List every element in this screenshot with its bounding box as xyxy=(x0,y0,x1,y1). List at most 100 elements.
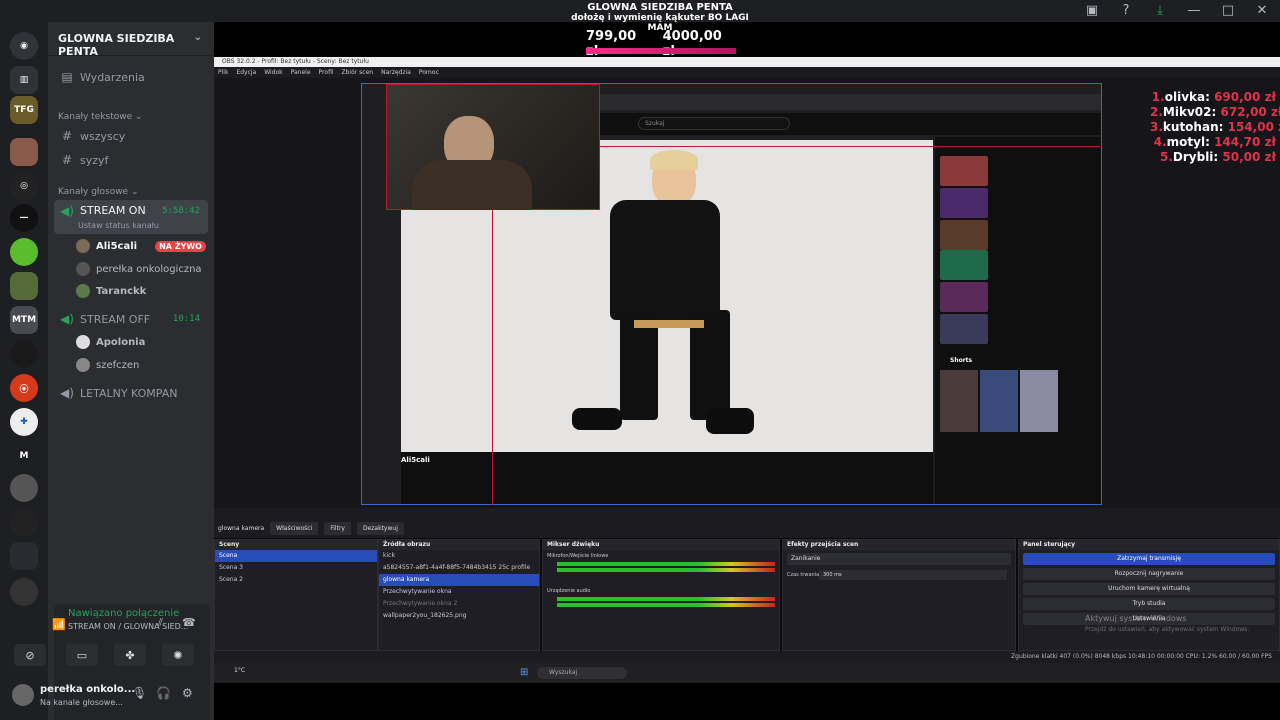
download-icon[interactable]: ⤓ xyxy=(1152,3,1168,19)
menu-item[interactable]: Plik xyxy=(218,67,228,78)
weather-widget[interactable]: 1°C xyxy=(234,667,245,674)
server-icon[interactable] xyxy=(10,272,38,300)
goal-target: 4000,00 zł xyxy=(662,29,722,59)
scene-item[interactable]: Scena xyxy=(215,550,377,562)
menu-item[interactable]: Edycja xyxy=(236,67,256,78)
source-item[interactable]: wallpaper2you_182625.png xyxy=(379,610,539,622)
menu-item[interactable]: Zbiór scen xyxy=(342,67,374,78)
signal-icon[interactable]: 📶 xyxy=(52,618,66,631)
server-icon-penta[interactable] xyxy=(10,138,38,166)
server-icon[interactable] xyxy=(10,578,38,606)
video-thumbnail[interactable] xyxy=(940,314,988,344)
menu-item[interactable]: Widok xyxy=(264,67,282,78)
youtube-channel-name[interactable]: Ali5cali xyxy=(401,456,430,464)
taskbar-search[interactable]: Wyszukaj xyxy=(537,667,627,679)
server-icon-mtm[interactable]: MTM xyxy=(10,306,38,334)
menu-item[interactable]: Profil xyxy=(319,67,334,78)
noise-suppression-icon[interactable]: ⫽ xyxy=(158,616,163,630)
close-icon[interactable]: ✕ xyxy=(1254,3,1270,19)
short-thumbnail[interactable] xyxy=(980,370,1018,432)
channel-status[interactable]: Ustaw status kanału xyxy=(78,221,159,230)
voice-user[interactable]: perełka onkologiczna xyxy=(76,259,202,279)
voice-user[interactable]: Apolonia xyxy=(76,332,145,352)
server-folder-icon[interactable] xyxy=(10,542,38,570)
server-icon[interactable]: ▥ xyxy=(10,66,38,94)
voice-user[interactable]: szefczen xyxy=(76,355,139,375)
server-icon[interactable]: ◎ xyxy=(10,172,38,200)
server-icon[interactable]: — xyxy=(10,204,38,232)
category-text[interactable]: Kanały tekstowe ⌄ xyxy=(58,112,143,122)
voice-user[interactable]: Ali5cali NA ŻYWO xyxy=(76,236,206,256)
scene-item[interactable]: Scena 2 xyxy=(215,574,377,586)
events-item[interactable]: ▤ Wydarzenia xyxy=(54,66,208,88)
source-item[interactable]: Przechwytywanie okna xyxy=(379,586,539,598)
video-thumbnail[interactable] xyxy=(940,188,988,218)
properties-button[interactable]: Właściwości xyxy=(270,521,319,535)
server-rail: ◉ ▥ TFG ◎ — MTM ⦿ ✚ M xyxy=(0,22,48,720)
avatar[interactable] xyxy=(12,684,34,706)
menu-item[interactable]: Panele xyxy=(291,67,311,78)
category-voice[interactable]: Kanały głosowe ⌄ xyxy=(58,187,139,197)
filters-button[interactable]: Filtry xyxy=(324,521,351,535)
headphones-icon[interactable]: 🎧 xyxy=(156,686,171,700)
short-thumbnail[interactable] xyxy=(1020,370,1058,432)
server-icon[interactable]: ⦿ xyxy=(10,374,38,402)
video-thumbnail[interactable] xyxy=(940,220,988,250)
channel-syzyf[interactable]: # syzyf xyxy=(54,149,208,171)
channel-timer: 5:58:42 xyxy=(162,206,200,216)
server-icon[interactable] xyxy=(10,508,38,536)
start-icon[interactable]: ⊞ xyxy=(520,667,532,679)
disconnect-icon[interactable]: ☎ xyxy=(182,616,196,629)
connection-channel[interactable]: STREAM ON / GLOWNA SIED... xyxy=(68,622,188,631)
menu-item[interactable]: Pomoc xyxy=(419,67,439,78)
source-item[interactable]: a5824557-a8f1-4a4f-88f5-7484b3415 25c pr… xyxy=(379,562,539,574)
discord-home-icon[interactable]: ◉ xyxy=(10,32,38,60)
youtube-search[interactable]: Szukaj xyxy=(638,117,790,130)
source-item[interactable]: kick xyxy=(379,550,539,562)
source-item[interactable]: Przechwytywanie okna 2 xyxy=(379,598,539,610)
voice-channel-stream-off[interactable]: ◀) STREAM OFF 10:14 xyxy=(54,308,208,330)
server-icon[interactable] xyxy=(10,340,38,368)
dock-header: Źródła obrazu xyxy=(379,540,539,550)
channel-wszyscy[interactable]: # wszyscy xyxy=(54,125,208,147)
activities-button[interactable]: ✤ xyxy=(114,644,146,666)
maximize-icon[interactable]: □ xyxy=(1220,3,1236,19)
short-thumbnail[interactable] xyxy=(940,370,978,432)
voice-user[interactable]: Taranckk xyxy=(76,281,146,301)
dock-header: Sceny xyxy=(215,540,377,550)
camera-off-button[interactable]: ⊘ xyxy=(14,644,46,666)
video-thumbnail[interactable] xyxy=(940,250,988,280)
deactivate-button[interactable]: Dezaktywuj xyxy=(356,521,404,535)
server-icon[interactable] xyxy=(10,474,38,502)
stop-stream-button[interactable]: Zatrzymaj transmisję xyxy=(1023,553,1275,565)
audio-meter xyxy=(557,597,775,601)
server-icon-m[interactable]: M xyxy=(10,442,38,470)
video-thumbnail[interactable] xyxy=(940,156,988,186)
user-name[interactable]: perełka onkolo... xyxy=(40,684,135,695)
duration-input[interactable]: 300 ms xyxy=(819,570,1007,580)
soundboard-button[interactable]: ✺ xyxy=(162,644,194,666)
voice-channel-letalny[interactable]: ◀) LETALNY KOMPAN xyxy=(54,382,208,404)
start-recording-button[interactable]: Rozpocznij nagrywanie xyxy=(1023,568,1275,580)
inbox-icon[interactable]: ▣ xyxy=(1084,3,1100,19)
server-header[interactable]: GLOWNA SIEDZIBA PENTA ⌄ xyxy=(48,22,214,58)
menu-item[interactable]: Narzędzia xyxy=(381,67,411,78)
video-thumbnail[interactable] xyxy=(940,282,988,312)
microphone-icon[interactable]: 🎙 xyxy=(132,686,147,700)
server-icon-medical[interactable]: ✚ xyxy=(10,408,38,436)
screen-share-button[interactable]: ▭ xyxy=(66,644,98,666)
titlebar-icons: ▣ ? ⤓ — □ ✕ xyxy=(1084,3,1270,19)
scene-item[interactable]: Scena 3 xyxy=(215,562,377,574)
source-item[interactable]: glowna kamera xyxy=(379,574,539,586)
server-icon-tfg[interactable]: TFG xyxy=(10,96,38,124)
settings-icon[interactable]: ⚙ xyxy=(182,686,193,700)
hash-icon: # xyxy=(61,129,73,143)
transition-select[interactable]: Zanikanie xyxy=(787,553,1011,565)
leaderboard-row: 3.kutohan: 154,00 zł xyxy=(1150,120,1280,134)
minimize-icon[interactable]: — xyxy=(1186,3,1202,19)
studio-mode-button[interactable]: Tryb studia xyxy=(1023,598,1275,610)
help-icon[interactable]: ? xyxy=(1118,3,1134,19)
goal-title: GLOWNA SIEDZIBA PENTA xyxy=(587,2,733,13)
virtual-camera-button[interactable]: Uruchom kamerę wirtualną xyxy=(1023,583,1275,595)
server-icon-apple[interactable] xyxy=(10,238,38,266)
